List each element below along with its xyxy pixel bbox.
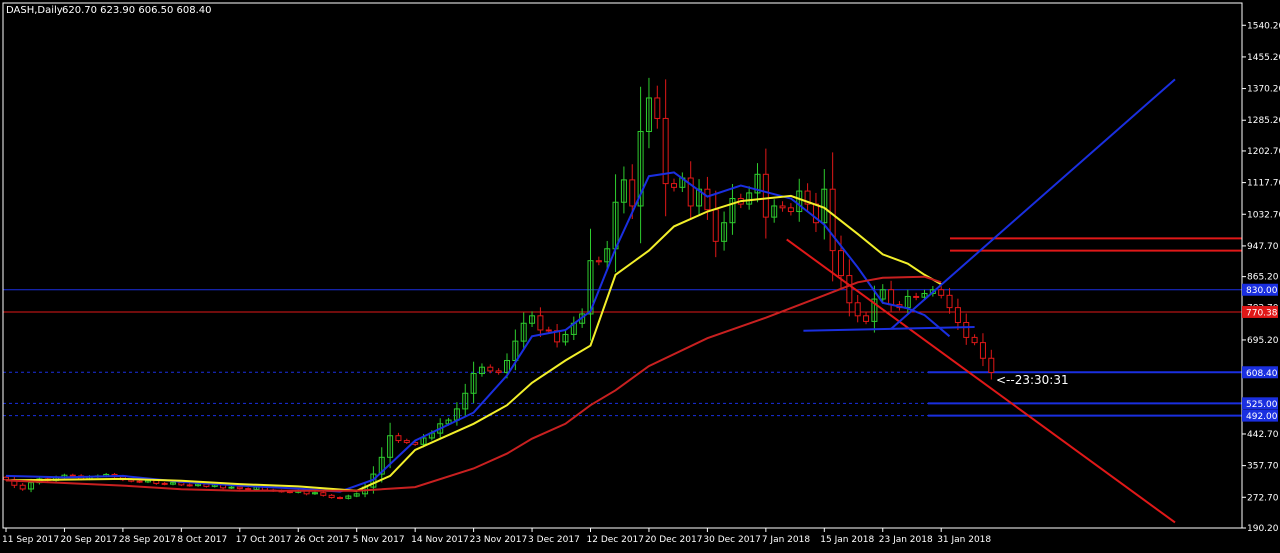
candle-body [495,370,502,373]
candle-body [779,205,786,209]
candle-body [245,488,252,491]
candle-body [854,302,861,317]
candle-body [762,173,769,218]
candle-body [19,484,26,490]
candle-body [988,357,995,373]
candle-body [712,209,719,242]
candle-body [537,315,544,331]
candle-body [186,484,193,487]
candle-body [913,295,920,298]
candle-body [654,97,661,119]
x-tick-label: 17 Oct 2017 [236,535,292,545]
candle-body [337,497,343,500]
candle-body [320,492,327,496]
chart-canvas[interactable]: 1540.20 1455.20 1370.20 1285.20 1202.70 1117.… [0,0,1280,549]
x-tick-label: 15 Jan 2018 [820,535,874,545]
candle-body [487,366,494,372]
candle-body [161,482,168,485]
candle-body [787,207,794,213]
candle-body [979,342,986,359]
ohlc-values: 620.70 623.90 606.50 608.40 [62,5,212,16]
candle-body [704,188,711,211]
x-tick-label: 20 Sep 2017 [60,535,117,545]
price-tag-label: 608.40 [1246,369,1278,379]
candle-body [136,480,143,483]
x-tick-label: 26 Oct 2017 [294,535,350,545]
x-tick-label: 23 Nov 2017 [470,535,528,545]
y-tick-label: 695.20 [1247,336,1279,346]
y-tick-label: 865.20 [1247,273,1279,283]
x-tick-label: 28 Sep 2017 [119,535,176,545]
candle-body [888,289,895,306]
x-tick-label: 11 Sep 2017 [2,535,59,545]
x-tick-label: 12 Dec 2017 [587,535,645,545]
candle-body [228,486,235,489]
y-tick-label: 190.20 [1247,524,1279,534]
x-tick-label: 7 Jan 2018 [762,535,810,545]
candle-body [938,289,945,296]
x-tick-label: 30 Dec 2017 [703,535,761,545]
y-tick-label: 1285.20 [1247,116,1280,126]
candle-body [395,435,402,442]
price-tag-label: 770.38 [1246,308,1278,318]
x-tick-label: 5 Nov 2017 [353,535,405,545]
candle-body [846,275,853,304]
y-tick-label: 1117.70 [1247,179,1280,189]
candle-body [829,188,836,252]
candlestick-chart[interactable]: 1540.20 1455.20 1370.20 1285.20 1202.70 1117.… [0,0,1280,549]
candle-body [403,440,410,443]
candle-body [3,476,9,481]
candle-body [838,250,844,277]
candle-body [954,307,961,324]
symbol-label: DASH,Daily [6,5,63,16]
price-tag-label: 830.00 [1246,286,1278,296]
y-tick-label: 1202.70 [1247,147,1280,157]
candle-countdown-timer: <--23:30:31 [996,373,1069,387]
y-tick-label: 442.70 [1247,430,1279,440]
candle-body [545,329,552,332]
y-tick-label: 1370.20 [1247,85,1280,95]
candle-body [69,474,76,477]
price-tag-label: 525.00 [1246,400,1278,410]
candle-body [963,322,970,338]
y-tick-label: 357.70 [1247,462,1279,472]
candle-body [946,294,953,309]
y-tick-label: 1540.20 [1247,21,1280,31]
candle-body [971,336,978,344]
y-tick-label: 1032.70 [1247,210,1280,220]
chart-background [0,0,1280,549]
y-tick-label: 272.70 [1247,493,1279,503]
y-tick-label: 1455.20 [1247,53,1280,63]
x-tick-label: 23 Jan 2018 [879,535,933,545]
candle-body [629,179,636,207]
x-tick-label: 14 Nov 2017 [411,535,469,545]
x-tick-label: 31 Jan 2018 [937,535,991,545]
price-tag-label: 492.00 [1246,412,1278,422]
candle-body [863,315,870,322]
x-tick-label: 20 Dec 2017 [645,535,703,545]
x-tick-label: 8 Oct 2017 [177,535,227,545]
candle-body [236,486,243,490]
candle-body [595,260,602,263]
candle-body [671,183,677,188]
x-tick-label: 3 Dec 2017 [528,535,580,545]
y-tick-label: 947.70 [1247,242,1279,252]
candle-body [328,494,335,499]
